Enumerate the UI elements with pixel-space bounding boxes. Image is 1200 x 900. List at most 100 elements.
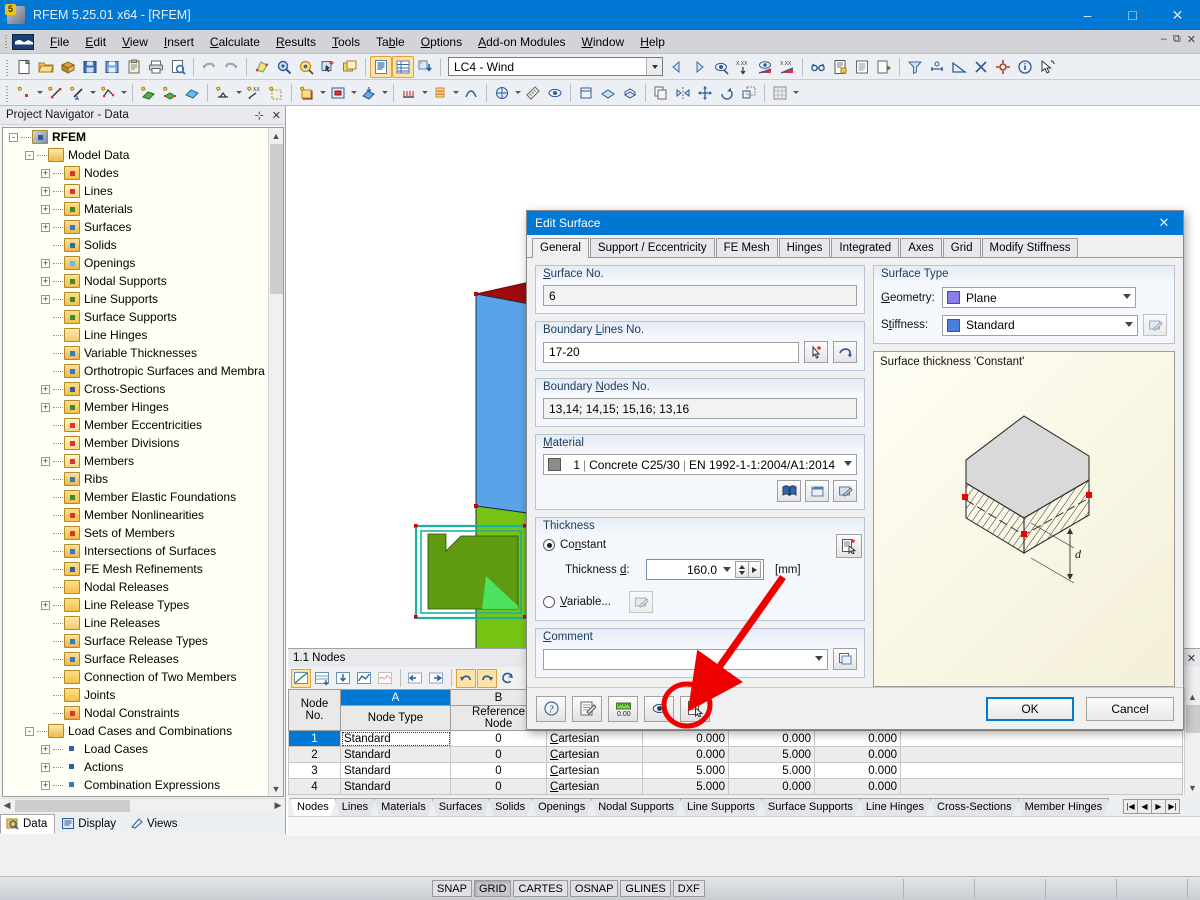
- dialog-tab-hinges[interactable]: Hinges: [778, 238, 831, 257]
- cell-node-no[interactable]: 2: [288, 746, 341, 763]
- cell-comment[interactable]: [900, 762, 1183, 779]
- menu-calculate[interactable]: Calculate: [202, 32, 268, 52]
- cell-reference-node[interactable]: 0: [450, 730, 547, 747]
- tree-expand-toggle[interactable]: +: [41, 780, 50, 790]
- dimension-icon[interactable]: [926, 56, 948, 78]
- cell-comment[interactable]: [900, 746, 1183, 763]
- thickness-constant-radio[interactable]: [543, 539, 555, 551]
- pin-icon[interactable]: ⊹: [255, 109, 264, 122]
- new-opening-icon[interactable]: [181, 82, 203, 104]
- cell-comment[interactable]: [900, 730, 1183, 747]
- maximize-button[interactable]: □: [1110, 0, 1155, 30]
- ok-button[interactable]: OK: [986, 696, 1074, 721]
- tree-item-nodal-releases[interactable]: Nodal Releases: [3, 578, 268, 596]
- tab-last-button[interactable]: ▶|: [1165, 799, 1180, 814]
- table-tab-line-hinges[interactable]: Line Hinges: [859, 798, 931, 816]
- result-values-diagram-icon[interactable]: X.XX: [776, 56, 798, 78]
- material-new-icon[interactable]: [805, 480, 829, 502]
- tree-item-nodes[interactable]: + Nodes: [3, 164, 268, 182]
- navigator-vertical-scrollbar[interactable]: ▲ ▼: [268, 128, 283, 796]
- cell-node-no[interactable]: 1: [288, 730, 341, 747]
- scroll-down-icon[interactable]: ▼: [269, 781, 283, 796]
- menu-file[interactable]: FFileile: [42, 32, 77, 52]
- chevron-down-icon[interactable]: [815, 655, 823, 661]
- table-tab-nodes[interactable]: Nodes: [290, 798, 336, 816]
- new-solid-icon[interactable]: [159, 82, 181, 104]
- tree-item-sets-of-members[interactable]: Sets of Members: [3, 524, 268, 542]
- tree-item-nodal-supports[interactable]: + Nodal Supports: [3, 272, 268, 290]
- tree-expand-toggle[interactable]: +: [41, 294, 50, 304]
- status-cartes-toggle[interactable]: CARTES: [513, 880, 568, 897]
- cell-y[interactable]: 0.000: [728, 730, 815, 747]
- tree-item-ribs[interactable]: Ribs: [3, 470, 268, 488]
- toolbar-grip-2[interactable]: [5, 83, 10, 102]
- zoom-node-icon[interactable]: [273, 56, 295, 78]
- col-letter-a[interactable]: A: [340, 689, 451, 706]
- status-dxf-toggle[interactable]: DXF: [672, 880, 705, 897]
- tree-item-nodal-constraints[interactable]: Nodal Constraints: [3, 704, 268, 722]
- nav-tab-display[interactable]: Display: [55, 814, 124, 834]
- nav-tab-views[interactable]: Views: [124, 814, 185, 834]
- table-grid-icon[interactable]: [392, 55, 414, 78]
- hscroll-thumb[interactable]: [15, 800, 130, 812]
- line-load-dropdown[interactable]: [420, 82, 429, 104]
- new-node-icon[interactable]: [13, 82, 35, 104]
- cell-y[interactable]: 5.000: [728, 762, 815, 779]
- table-row[interactable]: 1 Standard 0 Cartesian 0.000 0.000 0.000: [288, 730, 1183, 747]
- minimize-button[interactable]: –: [1065, 0, 1110, 30]
- edit-surface-dialog[interactable]: Edit Surface ✕ General Support / Eccentri…: [526, 210, 1184, 730]
- new-file-icon[interactable]: [13, 56, 35, 78]
- render-surface-icon[interactable]: [251, 56, 273, 78]
- cell-node-no[interactable]: 4: [288, 778, 341, 795]
- copy-object-icon[interactable]: [650, 82, 672, 104]
- move-object-icon[interactable]: [694, 82, 716, 104]
- table-next-page-icon[interactable]: [426, 669, 446, 688]
- cell-x[interactable]: 0.000: [642, 730, 729, 747]
- tree-item-variable-thicknesses[interactable]: Variable Thicknesses: [3, 344, 268, 362]
- scroll-up-icon[interactable]: ▲: [269, 128, 283, 143]
- cell-reference-node[interactable]: 0: [450, 762, 547, 779]
- new-surface-icon[interactable]: [137, 82, 159, 104]
- open-folder-icon[interactable]: [35, 56, 57, 78]
- tree-expand-toggle[interactable]: +: [41, 744, 50, 754]
- tree-item-load-cases-and-combinations[interactable]: - Load Cases and Combinations: [3, 722, 268, 740]
- new-polyline-dropdown[interactable]: [119, 82, 128, 104]
- units-icon[interactable]: 0.00: [608, 695, 638, 722]
- col-node-type[interactable]: Node Type: [340, 705, 451, 731]
- tree-expand-toggle[interactable]: +: [41, 402, 50, 412]
- glasses-view-icon[interactable]: [807, 56, 829, 78]
- new-member-icon[interactable]: [66, 82, 88, 104]
- tree-item-line-hinges[interactable]: Line Hinges: [3, 326, 268, 344]
- tree-expand-toggle[interactable]: +: [41, 222, 50, 232]
- tree-item-solids[interactable]: Solids: [3, 236, 268, 254]
- menu-insert[interactable]: Insert: [156, 32, 202, 52]
- menu-grip[interactable]: [4, 33, 10, 50]
- insert-down-icon[interactable]: [414, 56, 436, 78]
- grid-settings-icon[interactable]: [769, 82, 791, 104]
- tree-collapse-toggle[interactable]: -: [25, 150, 34, 160]
- menu-help[interactable]: Help: [632, 32, 673, 52]
- material-combo[interactable]: 1 | Concrete C25/30 | EN 1992-1-1:2004/A…: [543, 454, 857, 475]
- line-load-icon[interactable]: [398, 82, 420, 104]
- menu-edit[interactable]: Edit: [77, 32, 114, 52]
- free-load-icon[interactable]: [358, 82, 380, 104]
- tree-item-openings[interactable]: + Openings: [3, 254, 268, 272]
- dialog-close-icon[interactable]: ✕: [1145, 211, 1183, 235]
- chevron-down-icon[interactable]: [723, 567, 731, 572]
- new-node-dropdown[interactable]: [35, 82, 44, 104]
- nodal-support-dropdown[interactable]: [234, 82, 243, 104]
- tree-item-fe-mesh-refinements[interactable]: FE Mesh Refinements: [3, 560, 268, 578]
- status-grid-toggle[interactable]: GRID: [473, 880, 512, 897]
- cell-coordinate-system[interactable]: Cartesian: [546, 730, 643, 747]
- close-icon[interactable]: ✕: [272, 109, 281, 122]
- grid-vertical-scrollbar[interactable]: ▲ ▼: [1184, 689, 1200, 795]
- free-load-dropdown[interactable]: [380, 82, 389, 104]
- save-icon[interactable]: [101, 56, 123, 78]
- scroll-left-icon[interactable]: ◀: [0, 800, 14, 811]
- dialog-tab-integrated[interactable]: Integrated: [831, 238, 900, 257]
- tree-item-surfaces[interactable]: + Surfaces: [3, 218, 268, 236]
- tree-expand-toggle[interactable]: +: [41, 258, 50, 268]
- table-tab-line-supports[interactable]: Line Supports: [680, 798, 762, 816]
- cell-x[interactable]: 0.000: [642, 746, 729, 763]
- tree-expand-toggle[interactable]: +: [41, 384, 50, 394]
